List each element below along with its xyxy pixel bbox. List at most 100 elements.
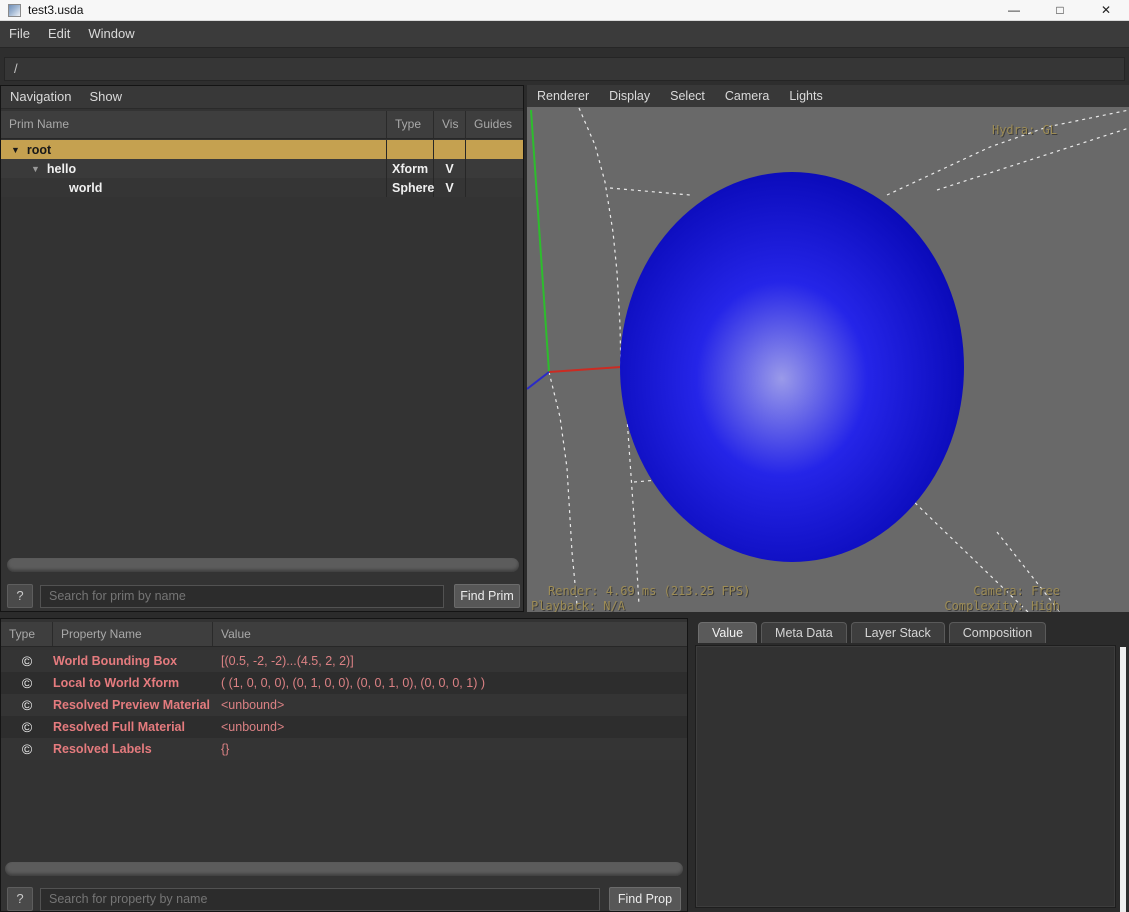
property-row[interactable]: © Resolved Labels {} [1,738,687,760]
computed-property-icon: © [1,741,53,757]
property-row[interactable]: © Local to World Xform ( (1, 0, 0, 0), (… [1,672,687,694]
menu-show[interactable]: Show [80,84,131,110]
hud-playback: Playback: N/A [531,599,625,612]
prim-type-label: Sphere [387,178,434,197]
property-search-row: ? Find Prop [7,887,685,911]
z-axis-line [527,372,549,389]
hud-render-time: Render: 4.69 ms (213.25 FPS) [548,584,750,598]
prim-tree-panel: Navigation Show Prim Name Type Vis Guide… [0,85,524,612]
prim-search-help-button[interactable]: ? [7,584,33,608]
tree-menu-bar: Navigation Show [1,86,523,109]
vis-toggle[interactable]: V [434,181,465,195]
tree-horizontal-scrollbar[interactable] [7,558,519,572]
tree-row-hello[interactable]: ▼ hello Xform V [1,159,523,178]
menu-display[interactable]: Display [599,89,660,103]
prim-type-label: Xform [387,159,434,178]
axis-gizmo [527,110,621,389]
property-row[interactable]: © World Bounding Box [(0.5, -2, -2)...(4… [1,650,687,672]
guides-cell [466,178,523,197]
property-value: [(0.5, -2, -2)...(4.5, 2, 2)] [213,654,687,668]
inspector-tab-bar: Value Meta Data Layer Stack Composition [698,622,1046,643]
property-value: <unbound> [213,720,687,734]
viewport-panel: Renderer Display Select Camera Lights [527,85,1129,612]
hud-complexity: Complexity: High [944,599,1060,612]
viewport-menu-bar: Renderer Display Select Camera Lights [527,85,1129,107]
tab-value[interactable]: Value [698,622,757,643]
find-prim-button[interactable]: Find Prim [454,584,520,608]
menu-renderer[interactable]: Renderer [527,89,599,103]
hud-renderer: Hydra: GL [992,123,1057,137]
property-header-row: Type Property Name Value [1,622,687,647]
property-panel: Type Property Name Value © World Boundin… [0,618,688,912]
main-menu-bar: File Edit Window [0,21,1129,48]
viewport-canvas[interactable]: Hydra: GL Render: 4.69 ms (213.25 FPS) P… [527,107,1129,612]
prim-name-label: world [69,181,102,195]
window-title: test3.usda [28,3,83,17]
prim-name-label: root [27,143,51,157]
property-value: {} [213,742,687,756]
vis-toggle[interactable]: V [434,162,465,176]
property-name: Local to World Xform [53,676,213,690]
expand-arrow-icon[interactable]: ▼ [11,145,20,155]
value-tab-content [695,645,1116,908]
tree-row-world[interactable]: world Sphere V [1,178,523,197]
tab-meta-data[interactable]: Meta Data [761,622,847,643]
property-name: World Bounding Box [53,654,213,668]
property-row[interactable]: © Resolved Full Material <unbound> [1,716,687,738]
property-search-input[interactable] [40,888,600,911]
prim-type-label [387,140,434,159]
inspector-vertical-scrollbar[interactable] [1120,647,1126,912]
close-icon[interactable]: ✕ [1083,0,1129,21]
menu-navigation[interactable]: Navigation [1,84,80,110]
column-header-value[interactable]: Value [213,622,687,646]
menu-select[interactable]: Select [660,89,715,103]
tree-row-root[interactable]: ▼ root [1,140,523,159]
tab-layer-stack[interactable]: Layer Stack [851,622,945,643]
property-name: Resolved Labels [53,742,213,756]
title-bar: test3.usda — □ ✕ [0,0,1129,21]
menu-camera[interactable]: Camera [715,89,779,103]
prim-path-field[interactable]: / [4,57,1125,81]
property-name: Resolved Full Material [53,720,213,734]
menu-file[interactable]: File [0,21,39,47]
guides-cell [466,159,523,178]
computed-property-icon: © [1,719,53,735]
column-header-type[interactable]: Type [387,111,434,138]
expand-arrow-icon[interactable]: ▼ [31,164,40,174]
guides-cell [466,140,523,159]
find-prop-button[interactable]: Find Prop [609,887,681,911]
column-header-vis[interactable]: Vis [434,111,466,138]
prim-search-row: ? Find Prim [7,584,521,608]
y-axis-line [531,110,549,372]
path-bar: / [0,48,1129,85]
menu-edit[interactable]: Edit [39,21,79,47]
sphere-prim[interactable] [620,172,964,562]
property-search-help-button[interactable]: ? [7,887,33,911]
menu-window[interactable]: Window [79,21,143,47]
computed-property-icon: © [1,675,53,691]
tab-composition[interactable]: Composition [949,622,1046,643]
property-row[interactable]: © Resolved Preview Material <unbound> [1,694,687,716]
prim-name-label: hello [47,162,76,176]
property-value: <unbound> [213,698,687,712]
usdview-window: test3.usda — □ ✕ File Edit Window / Navi… [0,0,1129,912]
prim-search-input[interactable] [40,585,444,608]
scene-render [527,107,1129,612]
app-icon [8,4,21,17]
property-horizontal-scrollbar[interactable] [5,862,683,876]
tree-header-row: Prim Name Type Vis Guides [1,111,523,139]
hud-camera: Camera: Free [973,584,1060,598]
column-header-type[interactable]: Type [1,622,53,646]
computed-property-icon: © [1,653,53,669]
maximize-icon[interactable]: □ [1037,0,1083,21]
menu-lights[interactable]: Lights [779,89,832,103]
property-name: Resolved Preview Material [53,698,213,712]
x-axis-line [549,367,621,372]
property-value: ( (1, 0, 0, 0), (0, 1, 0, 0), (0, 0, 1, … [213,676,687,690]
inspector-panel: Value Meta Data Layer Stack Composition [690,618,1129,912]
minimize-icon[interactable]: — [991,0,1037,21]
column-header-property-name[interactable]: Property Name [53,622,213,646]
column-header-prim-name[interactable]: Prim Name [1,111,387,138]
column-header-guides[interactable]: Guides [466,111,523,138]
computed-property-icon: © [1,697,53,713]
